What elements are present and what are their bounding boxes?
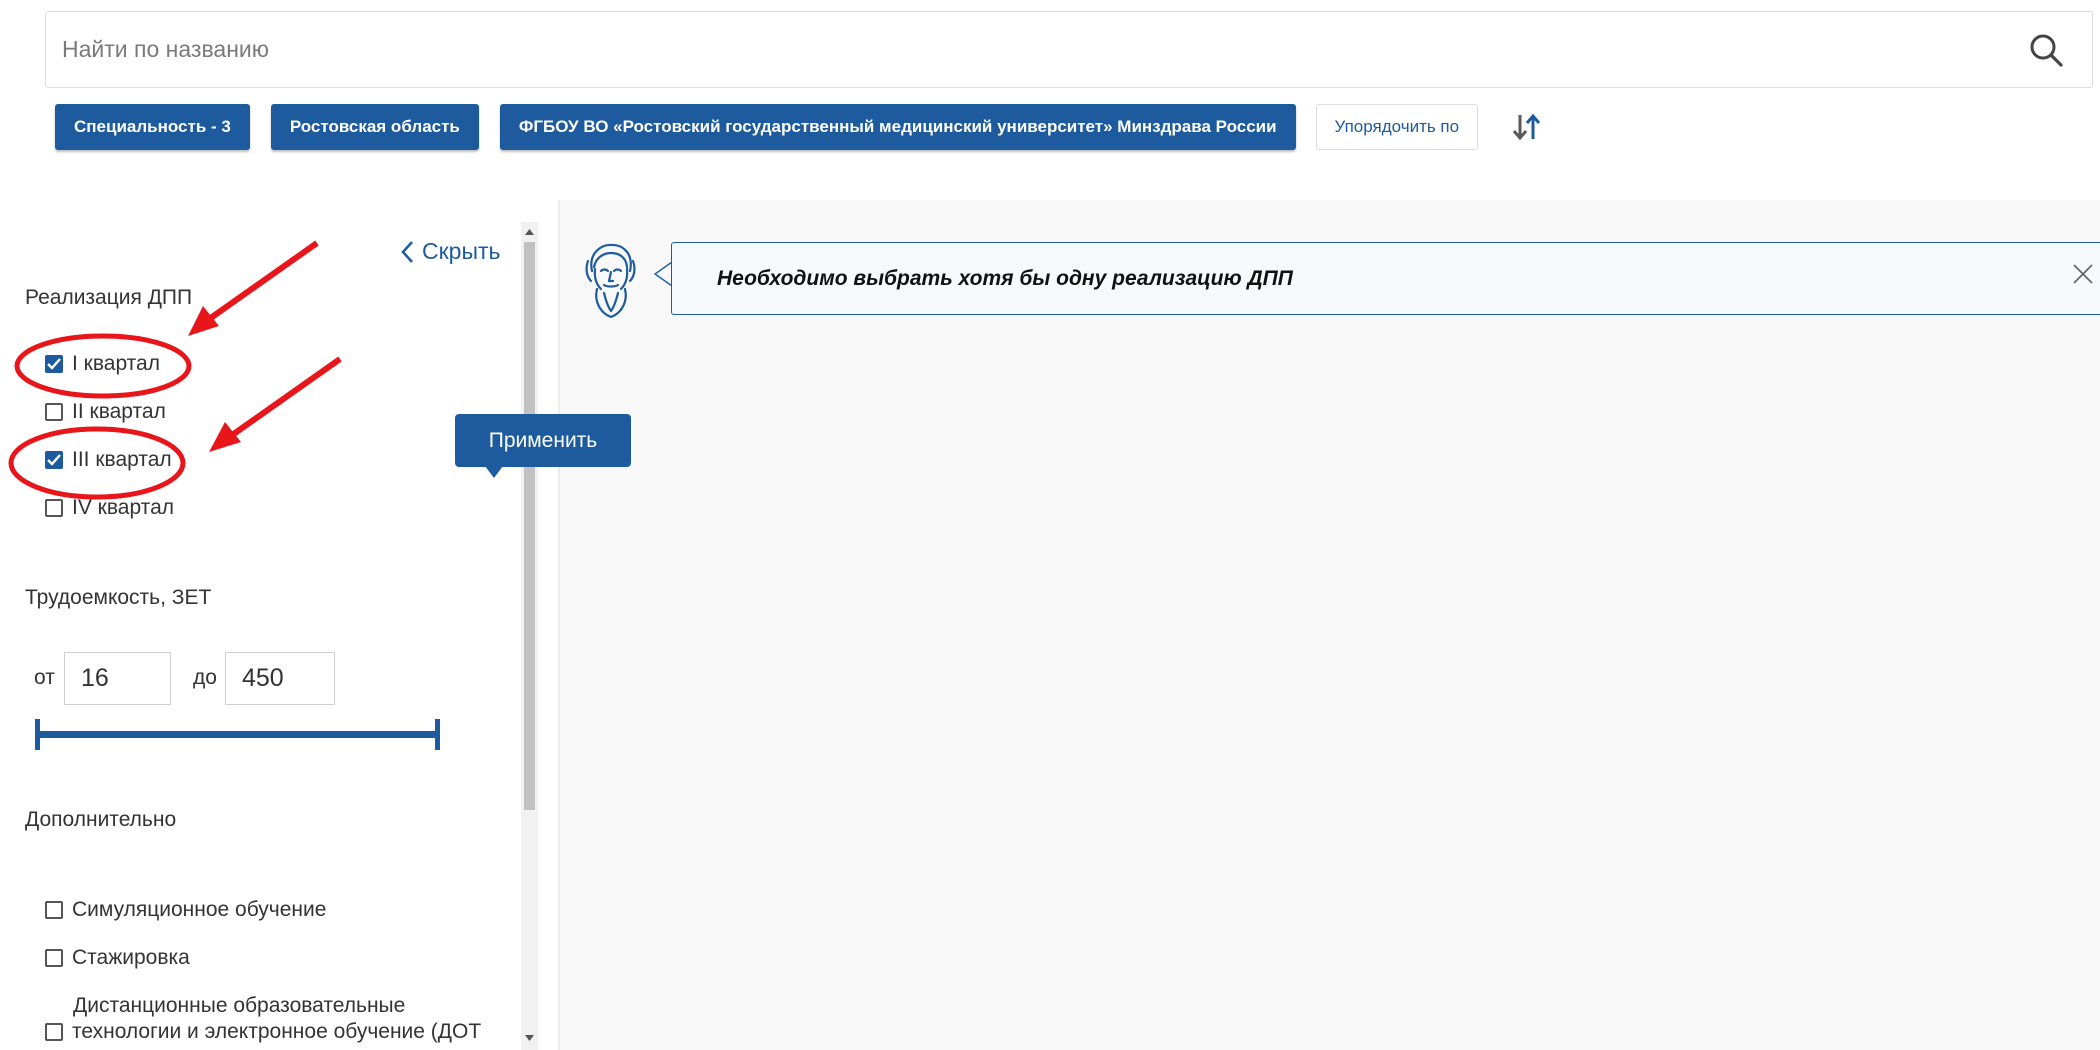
quarter-2-label: II квартал <box>72 400 166 423</box>
scroll-thumb[interactable] <box>524 242 535 810</box>
chip-region[interactable]: Ростовская область <box>270 103 479 150</box>
range-slider-track[interactable] <box>37 731 439 738</box>
quarter-1-checkbox[interactable]: I квартал <box>45 352 160 376</box>
hide-panel-label: Скрыть <box>422 238 501 264</box>
checkbox-checked-icon <box>45 451 63 469</box>
search-input[interactable] <box>60 12 2020 87</box>
internship-label: Стажировка <box>72 946 190 969</box>
range-to-input[interactable]: 450 <box>225 652 335 705</box>
quarter-3-label: III квартал <box>72 448 172 471</box>
filter-panel: Скрыть Реализация ДПП I квартал II кварт… <box>0 222 540 1050</box>
quarter-4-label: IV квартал <box>72 496 174 519</box>
quarter-2-checkbox[interactable]: II квартал <box>45 400 166 424</box>
range-slider-max-handle[interactable] <box>435 719 440 750</box>
notice-text: Необходимо выбрать хотя бы одну реализац… <box>717 266 1293 290</box>
range-from-input[interactable]: 16 <box>64 652 171 705</box>
sort-direction-icon[interactable] <box>1509 109 1545 145</box>
chevron-left-icon <box>401 240 413 263</box>
close-icon[interactable] <box>2071 262 2095 286</box>
apply-button[interactable]: Применить <box>455 414 631 467</box>
chip-specialty[interactable]: Специальность - 3 <box>55 103 250 150</box>
distance-learning-label-line2: технологии и электронное обучение (ДОТ <box>72 1020 482 1043</box>
quarter-1-label: I квартал <box>72 352 160 375</box>
checkbox-empty-icon <box>45 403 63 421</box>
scroll-down-icon[interactable] <box>524 1032 535 1044</box>
results-area <box>560 200 2100 1050</box>
search-box[interactable] <box>45 11 2093 88</box>
checkbox-empty-icon <box>45 499 63 517</box>
simulation-label: Симуляционное обучение <box>72 898 327 921</box>
search-icon[interactable] <box>2028 32 2064 68</box>
notice-box: Необходимо выбрать хотя бы одну реализац… <box>671 242 2100 315</box>
sort-button[interactable]: Упорядочить по <box>1315 103 1479 150</box>
quarter-4-checkbox[interactable]: IV квартал <box>45 496 174 520</box>
distance-learning-checkbox[interactable]: технологии и электронное обучение (ДОТ <box>45 1020 481 1044</box>
checkbox-empty-icon <box>45 901 63 919</box>
range-to-label: до <box>193 666 217 689</box>
quarter-3-checkbox[interactable]: III квартал <box>45 448 172 472</box>
panel-scrollbar[interactable] <box>521 222 538 1050</box>
checkbox-empty-icon <box>45 949 63 967</box>
simulation-checkbox[interactable]: Симуляционное обучение <box>45 898 326 922</box>
realization-title: Реализация ДПП <box>25 286 193 309</box>
scroll-up-icon[interactable] <box>524 226 535 238</box>
filter-chips: Специальность - 3 Ростовская область ФГБ… <box>55 103 1545 150</box>
internship-checkbox[interactable]: Стажировка <box>45 946 190 970</box>
chip-organization[interactable]: ФГБОУ ВО «Ростовский государственный мед… <box>499 103 1296 150</box>
checkbox-checked-icon <box>45 355 63 373</box>
apply-button-pointer <box>485 466 503 478</box>
distance-learning-label-line1: Дистанционные образовательные <box>73 994 406 1017</box>
range-from-label: от <box>34 666 55 689</box>
labor-title: Трудоемкость, ЗЕТ <box>25 586 212 609</box>
doctor-mascot-icon <box>585 243 636 319</box>
hide-panel-link[interactable]: Скрыть <box>400 238 501 265</box>
checkbox-empty-icon <box>45 1023 63 1041</box>
range-slider-min-handle[interactable] <box>35 719 40 750</box>
extra-title: Дополнительно <box>25 808 177 831</box>
